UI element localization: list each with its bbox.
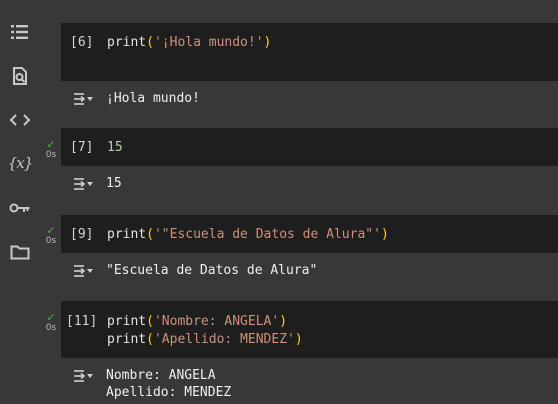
code-cell[interactable]: [9] print('"Escuela de Datos de Alura"') bbox=[61, 215, 558, 253]
output-text: "Escuela de Datos de Alura" bbox=[106, 263, 318, 278]
output-text: ¡Hola mundo! bbox=[106, 91, 200, 106]
code-line[interactable]: print('Apellido: MENDEZ') bbox=[107, 332, 303, 347]
run-status: ✓ 0s bbox=[42, 312, 60, 333]
files-folder-icon[interactable] bbox=[9, 241, 31, 263]
output-text: Apellido: MENDEZ bbox=[106, 385, 232, 400]
code-cell[interactable]: [7] 15 bbox=[61, 128, 558, 166]
output-cell: ¡Hola mundo! bbox=[61, 81, 558, 121]
execution-count: [6] bbox=[70, 35, 94, 50]
run-status: ✓ 0s bbox=[42, 139, 60, 160]
output-actions-icon[interactable] bbox=[73, 264, 95, 278]
code-line[interactable]: print('"Escuela de Datos de Alura"') bbox=[107, 227, 389, 242]
left-sidebar: {x} bbox=[0, 0, 42, 404]
output-actions-icon[interactable] bbox=[73, 369, 95, 383]
code-line[interactable]: print('¡Hola mundo!') bbox=[107, 35, 271, 50]
code-cell[interactable]: [11] print('Nombre: ANGELA') print('Apel… bbox=[61, 301, 558, 358]
variables-icon[interactable]: {x} bbox=[8, 152, 34, 174]
output-actions-icon[interactable] bbox=[73, 177, 95, 191]
code-line[interactable]: print('Nombre: ANGELA') bbox=[107, 314, 287, 329]
execution-count: [9] bbox=[70, 227, 94, 242]
execution-count: [7] bbox=[70, 140, 94, 155]
code-snippets-icon[interactable] bbox=[9, 109, 31, 131]
output-cell: Nombre: ANGELA Apellido: MENDEZ bbox=[61, 358, 558, 404]
output-cell: "Escuela de Datos de Alura" bbox=[61, 253, 558, 289]
execution-count: [11] bbox=[66, 314, 98, 329]
table-of-contents-icon[interactable] bbox=[9, 21, 31, 43]
output-text: Nombre: ANGELA bbox=[106, 368, 216, 383]
output-actions-icon[interactable] bbox=[73, 92, 95, 106]
code-line[interactable]: 15 bbox=[107, 140, 123, 155]
find-icon[interactable] bbox=[9, 65, 31, 87]
notebook-area: [6] print('¡Hola mundo!') ¡Hola mundo! ✓… bbox=[41, 0, 558, 404]
output-text: 15 bbox=[106, 176, 122, 191]
run-status: ✓ 0s bbox=[42, 225, 60, 246]
success-check-icon: ✓ bbox=[46, 311, 56, 324]
secrets-key-icon[interactable] bbox=[9, 197, 31, 219]
output-cell: 15 bbox=[61, 166, 558, 202]
code-cell[interactable]: [6] print('¡Hola mundo!') bbox=[61, 23, 558, 81]
success-check-icon: ✓ bbox=[46, 224, 56, 237]
success-check-icon: ✓ bbox=[46, 138, 56, 151]
